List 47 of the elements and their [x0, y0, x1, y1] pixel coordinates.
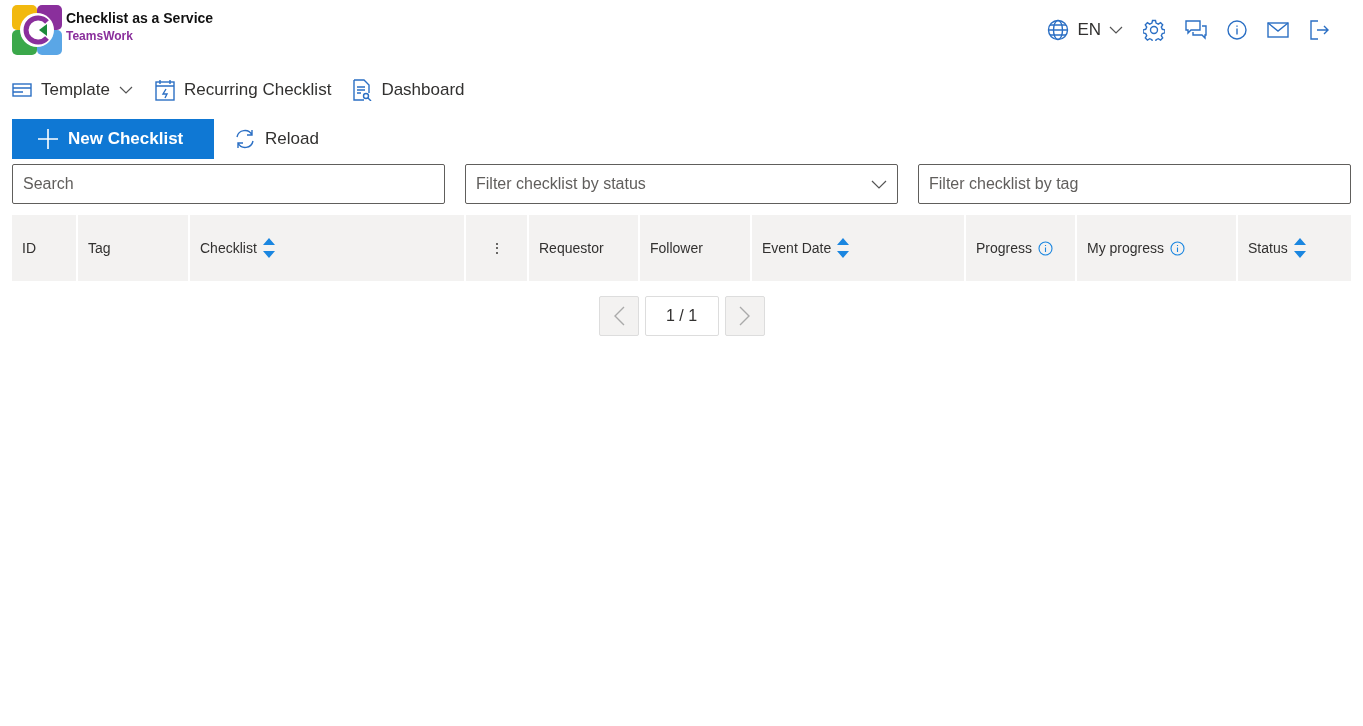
column-header: ID — [12, 215, 76, 281]
column-header: Requestor — [529, 215, 638, 281]
mail-icon[interactable] — [1267, 22, 1289, 38]
app-logo-icon — [12, 5, 62, 55]
column-label: My progress — [1087, 240, 1165, 256]
column-header: Follower — [640, 215, 750, 281]
language-selector[interactable]: EN — [1047, 19, 1123, 41]
plus-icon — [38, 129, 58, 149]
reload-button[interactable]: Reload — [234, 129, 319, 149]
column-label: Checklist — [200, 240, 257, 256]
calendar-icon — [155, 79, 175, 101]
column-label: Status — [1248, 240, 1288, 256]
chevron-left-icon — [612, 306, 625, 326]
column-header[interactable]: Checklist — [190, 215, 464, 281]
chat-icon[interactable] — [1185, 20, 1207, 40]
nav-item[interactable]: Template — [12, 79, 133, 101]
page-indicator: 1 / 1 — [644, 296, 719, 336]
app-subtitle: TeamsWork — [66, 29, 134, 43]
chevron-down-icon — [871, 179, 887, 189]
info-icon[interactable] — [1038, 240, 1054, 256]
info-icon[interactable] — [1170, 240, 1186, 256]
nav-item[interactable]: Dashboard — [353, 79, 465, 101]
document-search-icon — [353, 79, 373, 101]
refresh-icon — [234, 129, 256, 149]
tag-filter-field[interactable]: Filter checklist by tag — [918, 164, 1351, 204]
nav-item[interactable]: Recurring Checklist — [155, 79, 332, 101]
column-header[interactable]: Event Date — [752, 215, 964, 281]
sign-out-icon[interactable] — [1309, 20, 1329, 40]
template-icon — [12, 83, 32, 97]
status-filter-dropdown[interactable]: Filter checklist by status — [465, 164, 898, 204]
search-field[interactable]: Search — [12, 164, 445, 204]
column-header[interactable]: ⋮ — [466, 215, 527, 281]
column-header: Tag — [78, 215, 188, 281]
chevron-right-icon — [738, 306, 751, 326]
sort-icon[interactable] — [262, 237, 275, 259]
column-header[interactable]: Status — [1238, 215, 1351, 281]
column-label: Event Date — [762, 240, 832, 256]
chevron-down-icon — [1109, 26, 1123, 34]
sort-icon[interactable] — [1293, 237, 1306, 259]
globe-icon — [1047, 19, 1070, 41]
chevron-down-icon — [119, 86, 133, 94]
column-label: Progress — [976, 240, 1033, 256]
settings-icon[interactable] — [1143, 19, 1165, 41]
sort-icon[interactable] — [837, 237, 850, 259]
info-icon[interactable] — [1227, 20, 1247, 40]
app-title: Checklist as a Service — [66, 10, 214, 26]
new-checklist-button[interactable]: New Checklist — [12, 119, 214, 159]
